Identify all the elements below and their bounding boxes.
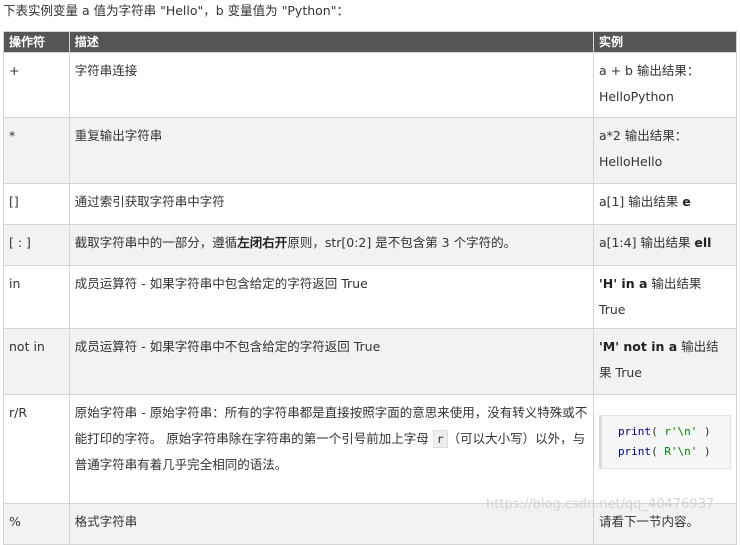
code-line: print( r'\n' ) bbox=[618, 422, 730, 442]
example-cell: print( r'\n' ) print( R'\n' ) bbox=[592, 394, 738, 504]
example-text: a[1:4] 输出结果 bbox=[598, 235, 695, 250]
description-bold: 左闭右开 bbox=[237, 235, 288, 250]
string-operators-table: 操作符 描述 实例 + 字符串连接 a + b 输出结果： HelloPython… bbox=[3, 31, 738, 545]
operator-cell: % bbox=[3, 503, 70, 545]
example-bold: ell bbox=[694, 235, 712, 250]
example-bold: 'M' not in a bbox=[598, 339, 678, 354]
description-cell: 成员运算符 - 如果字符串中包含给定的字符返回 True bbox=[68, 265, 594, 329]
operator-cell: [ : ] bbox=[3, 224, 70, 266]
example-line: a*2 输出结果： bbox=[598, 128, 688, 143]
header-example: 实例 bbox=[592, 31, 738, 53]
example-line: a + b 输出结果： bbox=[598, 63, 700, 78]
table-row: in 成员运算符 - 如果字符串中包含给定的字符返回 True 'H' in a… bbox=[3, 265, 738, 329]
example-result: HelloHello bbox=[598, 154, 663, 169]
example-bold: 'H' in a bbox=[598, 276, 648, 291]
table-header-row: 操作符 描述 实例 bbox=[3, 31, 738, 53]
operator-cell: not in bbox=[3, 328, 70, 395]
description-cell: 原始字符串 - 原始字符串：所有的字符串都是直接按照字面的意思来使用，没有转义特… bbox=[68, 394, 594, 504]
header-operator: 操作符 bbox=[3, 31, 70, 53]
inline-code: r bbox=[432, 430, 448, 448]
table-row: [ : ] 截取字符串中的一部分，遵循左闭右开原则，str[0:2] 是不包含第… bbox=[3, 224, 738, 266]
code-function: print bbox=[617, 445, 652, 458]
example-cell: a + b 输出结果： HelloPython bbox=[592, 52, 738, 118]
example-cell: 'H' in a 输出结果 True bbox=[592, 265, 738, 329]
code-function: print bbox=[617, 425, 652, 438]
example-text: a[1] 输出结果 bbox=[598, 194, 683, 209]
description-cell: 格式字符串 bbox=[68, 503, 594, 545]
description-cell: 字符串连接 bbox=[68, 52, 594, 118]
intro-text: 下表实例变量 a 值为字符串 "Hello"，b 变量值为 "Python"： bbox=[3, 3, 349, 18]
description-cell: 成员运算符 - 如果字符串中不包含给定的字符返回 True bbox=[68, 328, 594, 395]
example-result: HelloPython bbox=[598, 89, 674, 104]
code-paren: ) bbox=[697, 425, 711, 438]
table-row: [] 通过索引获取字符串中字符 a[1] 输出结果 e bbox=[3, 183, 738, 225]
example-cell: a*2 输出结果： HelloHello bbox=[592, 117, 738, 184]
example-cell: a[1:4] 输出结果 ell bbox=[592, 224, 738, 266]
table-row: * 重复输出字符串 a*2 输出结果： HelloHello bbox=[3, 117, 738, 184]
table-row: r/R 原始字符串 - 原始字符串：所有的字符串都是直接按照字面的意思来使用，没… bbox=[3, 394, 738, 504]
code-paren: ( bbox=[651, 445, 665, 458]
operator-cell: + bbox=[3, 52, 70, 118]
description-text: 截取字符串中的一部分，遵循 bbox=[74, 235, 238, 250]
code-paren: ) bbox=[697, 445, 711, 458]
code-block: print( r'\n' ) print( R'\n' ) bbox=[598, 415, 731, 469]
operator-cell: [] bbox=[3, 183, 70, 225]
operator-cell: * bbox=[3, 117, 70, 184]
header-description: 描述 bbox=[68, 31, 594, 53]
table-row: % 格式字符串 请看下一节内容。 bbox=[3, 503, 738, 545]
operator-cell: r/R bbox=[3, 394, 70, 504]
example-cell: 'M' not in a 输出结果 True bbox=[592, 328, 738, 395]
table-row: + 字符串连接 a + b 输出结果： HelloPython bbox=[3, 52, 738, 118]
table-row: not in 成员运算符 - 如果字符串中不包含给定的字符返回 True 'M'… bbox=[3, 328, 738, 395]
code-paren: ( bbox=[651, 425, 665, 438]
description-text: 原则，str[0:2] 是不包含第 3 个字符的。 bbox=[287, 235, 517, 250]
operator-cell: in bbox=[3, 265, 70, 329]
description-cell: 通过索引获取字符串中字符 bbox=[68, 183, 594, 225]
code-string: r'\n' bbox=[664, 425, 698, 438]
code-line: print( R'\n' ) bbox=[618, 442, 730, 462]
example-cell: a[1] 输出结果 e bbox=[592, 183, 738, 225]
description-cell: 重复输出字符串 bbox=[68, 117, 594, 184]
example-cell: 请看下一节内容。 bbox=[592, 503, 738, 545]
example-bold: e bbox=[682, 194, 691, 209]
code-string: R'\n' bbox=[664, 445, 698, 458]
description-cell: 截取字符串中的一部分，遵循左闭右开原则，str[0:2] 是不包含第 3 个字符… bbox=[68, 224, 594, 266]
